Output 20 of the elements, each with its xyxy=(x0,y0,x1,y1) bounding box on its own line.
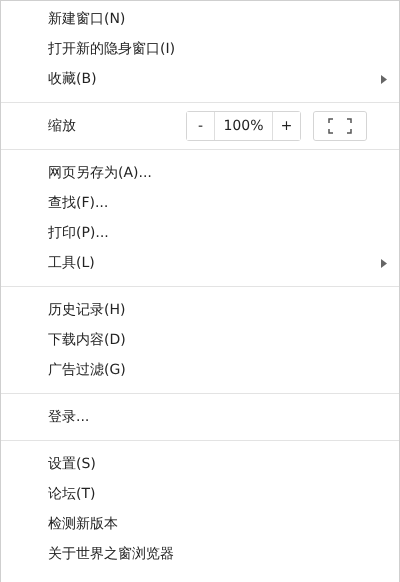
menu-item[interactable]: 下载内容(D) xyxy=(1,325,399,355)
menu-item[interactable]: 论坛(T) xyxy=(1,479,399,509)
menu-item[interactable]: 工具(L) xyxy=(1,248,399,278)
menu-item[interactable]: 广告过滤(G) xyxy=(1,355,399,385)
menu-item[interactable]: 关于世界之窗浏览器 xyxy=(1,539,399,569)
menu-item[interactable]: 新建窗口(N) xyxy=(1,4,399,34)
menu-item[interactable]: 收藏(B) xyxy=(1,64,399,94)
fullscreen-icon xyxy=(328,118,352,134)
submenu-arrow-icon xyxy=(381,258,387,268)
submenu-arrow-icon xyxy=(381,74,387,84)
menu-item[interactable]: 打开新的隐身窗口(I) xyxy=(1,34,399,64)
menu-item[interactable]: 检测新版本 xyxy=(1,509,399,539)
menu-item[interactable]: 登录... xyxy=(1,402,399,432)
menu-item[interactable]: 历史记录(H) xyxy=(1,295,399,325)
menu-item[interactable]: 打印(P)... xyxy=(1,218,399,248)
menu-item[interactable]: 网页另存为(A)... xyxy=(1,158,399,188)
menu-item[interactable]: 设置(S) xyxy=(1,449,399,479)
menu-item[interactable]: 查找(F)... xyxy=(1,188,399,218)
zoom-label: 缩放 xyxy=(48,117,76,135)
fullscreen-button[interactable] xyxy=(313,111,367,141)
